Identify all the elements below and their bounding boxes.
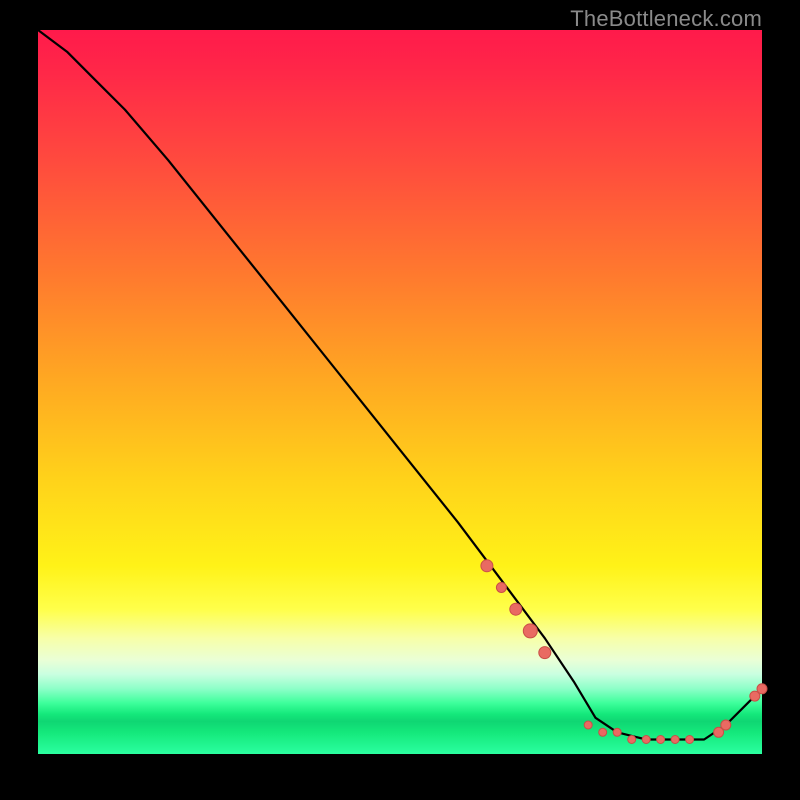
data-dot — [721, 720, 731, 730]
data-dot — [539, 647, 551, 659]
data-dot — [757, 684, 767, 694]
data-dot — [523, 624, 537, 638]
data-dot — [642, 736, 650, 744]
data-dot — [510, 603, 522, 615]
data-dot — [628, 736, 636, 744]
data-dot — [481, 560, 493, 572]
data-dot — [584, 721, 592, 729]
bottleneck-curve — [38, 30, 762, 740]
data-dot — [599, 728, 607, 736]
data-dot — [496, 583, 506, 593]
chart-overlay — [38, 30, 762, 754]
chart-frame: TheBottleneck.com — [0, 0, 800, 800]
data-dot — [657, 736, 665, 744]
data-dot — [671, 736, 679, 744]
curve-path — [38, 30, 762, 740]
data-dots — [481, 560, 767, 744]
watermark-text: TheBottleneck.com — [570, 6, 762, 32]
data-dot — [686, 736, 694, 744]
data-dot — [613, 728, 621, 736]
